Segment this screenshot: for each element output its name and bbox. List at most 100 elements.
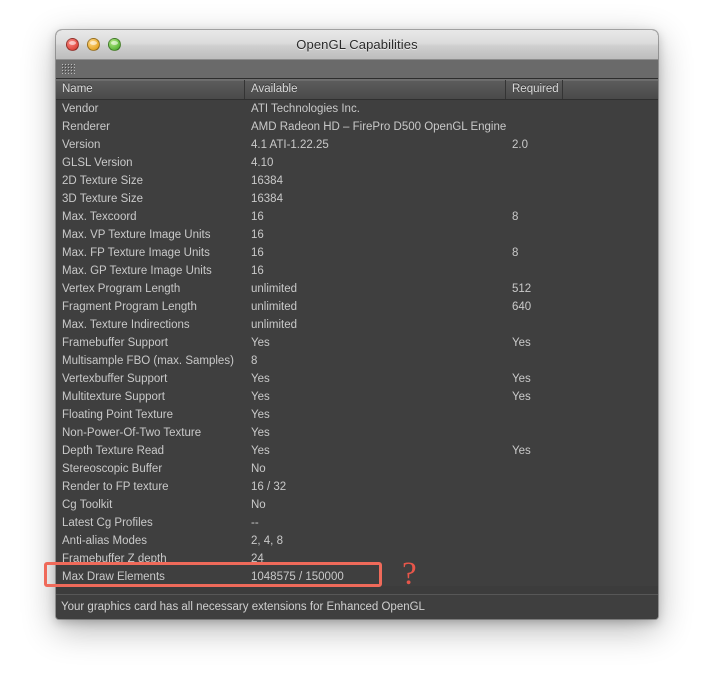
row-name-cell: Cg Toolkit (62, 499, 113, 511)
table-row[interactable]: Version 4.1 ATI-1.22.25 2.0 (56, 136, 658, 154)
row-available-cell: 16 (251, 265, 264, 277)
row-available-cell: No (251, 499, 266, 511)
table-row[interactable]: Max. Texture Indirections unlimited (56, 316, 658, 334)
row-required-cell: 8 (512, 247, 519, 259)
table-row[interactable]: Floating Point Texture Yes (56, 406, 658, 424)
row-required-cell: Yes (512, 373, 531, 385)
row-name-cell: Vertexbuffer Support (62, 373, 168, 385)
row-name-cell: Render to FP texture (62, 481, 169, 493)
table-row[interactable]: Max. Texcoord 16 8 (56, 208, 658, 226)
row-required-cell: Yes (512, 391, 531, 403)
row-available-cell: 16384 (251, 193, 283, 205)
status-bar: Your graphics card has all necessary ext… (56, 594, 658, 619)
row-available-cell: unlimited (251, 319, 298, 331)
row-name-cell: Multisample FBO (max. Samples) (62, 355, 234, 367)
table-row[interactable]: 2D Texture Size 16384 (56, 172, 658, 190)
row-required-cell: 2.0 (512, 139, 528, 151)
table-row[interactable]: Anti-alias Modes 2, 4, 8 (56, 532, 658, 550)
row-required-cell: 8 (512, 211, 519, 223)
row-available-cell: 16384 (251, 175, 283, 187)
row-available-cell: 16 (251, 211, 264, 223)
row-available-cell: 8 (251, 355, 258, 367)
row-available-cell: Yes (251, 373, 270, 385)
table-row[interactable]: Framebuffer Z depth 24 (56, 550, 658, 568)
row-name-cell: Framebuffer Z depth (62, 553, 167, 565)
row-available-cell: unlimited (251, 283, 298, 295)
table-row[interactable]: Non-Power-Of-Two Texture Yes (56, 424, 658, 442)
table-row[interactable]: Max. GP Texture Image Units 16 (56, 262, 658, 280)
row-name-cell: Renderer (62, 121, 110, 133)
table-row[interactable]: Renderer AMD Radeon HD – FirePro D500 Ope… (56, 118, 658, 136)
row-required-cell: 512 (512, 283, 532, 295)
table-row[interactable]: Vertex Program Length unlimited 512 (56, 280, 658, 298)
row-name-cell: Depth Texture Read (62, 445, 165, 457)
row-name-cell: Max. Texture Indirections (62, 319, 190, 331)
row-name-cell: 2D Texture Size (62, 175, 143, 187)
column-header-required[interactable]: Required (506, 80, 563, 99)
window-toolbar (56, 60, 658, 79)
row-available-cell: Yes (251, 337, 270, 349)
table-row[interactable]: Multitexture Support Yes Yes (56, 388, 658, 406)
table-row[interactable]: GLSL Version 4.10 (56, 154, 658, 172)
row-available-cell: Yes (251, 409, 270, 421)
table-header-row: Name Available Required (56, 80, 658, 100)
row-name-cell: Multitexture Support (62, 391, 165, 403)
row-name-cell: GLSL Version (62, 157, 133, 169)
row-available-cell: 4.1 ATI-1.22.25 (251, 139, 329, 151)
row-name-cell: Fragment Program Length (62, 301, 197, 313)
row-available-cell: 16 (251, 247, 264, 259)
table-row[interactable]: Cg Toolkit No (56, 496, 658, 514)
row-available-cell: AMD Radeon HD – FirePro D500 OpenGL Engi… (251, 121, 506, 133)
grip-handle-icon[interactable] (61, 63, 75, 74)
column-header-name[interactable]: Name (56, 80, 245, 99)
table-row[interactable]: Latest Cg Profiles -- (56, 514, 658, 532)
row-required-cell: Yes (512, 337, 531, 349)
row-available-cell: 24 (251, 553, 264, 565)
row-available-cell: 1048575 / 150000 (251, 571, 344, 583)
table-row[interactable]: Max Draw Elements 1048575 / 150000 (56, 568, 658, 586)
column-header-available[interactable]: Available (245, 80, 506, 99)
table-row[interactable]: Render to FP texture 16 / 32 (56, 478, 658, 496)
row-name-cell: Max. Texcoord (62, 211, 137, 223)
table-row[interactable]: Max. FP Texture Image Units 16 8 (56, 244, 658, 262)
row-available-cell: 4.10 (251, 157, 274, 169)
row-name-cell: Max. GP Texture Image Units (62, 265, 212, 277)
row-available-cell: 2, 4, 8 (251, 535, 283, 547)
row-available-cell: Yes (251, 391, 270, 403)
row-available-cell: Yes (251, 445, 270, 457)
row-name-cell: Anti-alias Modes (62, 535, 148, 547)
row-name-cell: Stereoscopic Buffer (62, 463, 163, 475)
table-row[interactable]: Fragment Program Length unlimited 640 (56, 298, 658, 316)
row-name-cell: Vendor (62, 103, 99, 115)
row-name-cell: Non-Power-Of-Two Texture (62, 427, 202, 439)
table-row[interactable]: Framebuffer Support Yes Yes (56, 334, 658, 352)
row-name-cell: Latest Cg Profiles (62, 517, 153, 529)
row-available-cell: 16 / 32 (251, 481, 287, 493)
table-row[interactable]: Vertexbuffer Support Yes Yes (56, 370, 658, 388)
row-name-cell: 3D Texture Size (62, 193, 143, 205)
table-body: Vendor ATI Technologies Inc. Renderer AMD R… (56, 100, 658, 586)
capabilities-table: Name Available Required Vendor ATI Techno… (56, 79, 658, 586)
table-row[interactable]: Stereoscopic Buffer No (56, 460, 658, 478)
row-available-cell: -- (251, 517, 259, 529)
row-required-cell: 640 (512, 301, 532, 313)
row-name-cell: Max. FP Texture Image Units (62, 247, 210, 259)
table-row[interactable]: Max. VP Texture Image Units 16 (56, 226, 658, 244)
row-available-cell: 16 (251, 229, 264, 241)
row-available-cell: No (251, 463, 266, 475)
row-available-cell: ATI Technologies Inc. (251, 103, 360, 115)
row-available-cell: unlimited (251, 301, 298, 313)
table-row[interactable]: Multisample FBO (max. Samples) 8 (56, 352, 658, 370)
row-name-cell: Vertex Program Length (62, 283, 181, 295)
window-titlebar[interactable]: OpenGL Capabilities (56, 30, 658, 60)
status-message: Your graphics card has all necessary ext… (61, 601, 425, 613)
row-name-cell: Floating Point Texture (62, 409, 174, 421)
row-name-cell: Version (62, 139, 101, 151)
table-row[interactable]: Vendor ATI Technologies Inc. (56, 100, 658, 118)
column-header-extra[interactable] (563, 80, 658, 99)
table-row[interactable]: 3D Texture Size 16384 (56, 190, 658, 208)
row-required-cell: Yes (512, 445, 531, 457)
window-title: OpenGL Capabilities (296, 37, 418, 52)
row-available-cell: Yes (251, 427, 270, 439)
table-row[interactable]: Depth Texture Read Yes Yes (56, 442, 658, 460)
